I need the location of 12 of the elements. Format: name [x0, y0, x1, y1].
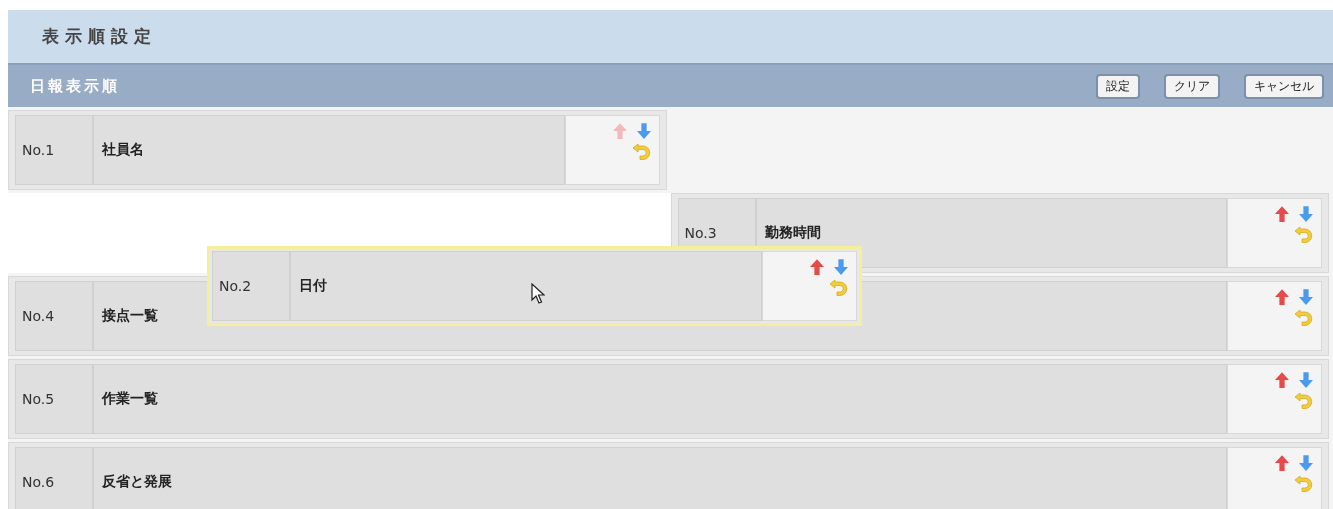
item-number: No.6 — [15, 447, 93, 509]
item-name: 勤務時間 — [755, 198, 1227, 268]
item-name: 日付 — [290, 251, 762, 321]
section-title: 日報表示順 — [30, 76, 120, 96]
item-name: 作業一覧 — [93, 364, 1227, 434]
item-name: 反省と発展 — [93, 447, 1227, 509]
item-number: No.2 — [212, 251, 290, 321]
item-number: No.5 — [15, 364, 93, 434]
page-title: 表示順設定 — [42, 25, 157, 48]
item-number: No.1 — [15, 115, 93, 185]
item-number: No.4 — [15, 281, 93, 351]
item-name: 社員名 — [93, 115, 565, 185]
